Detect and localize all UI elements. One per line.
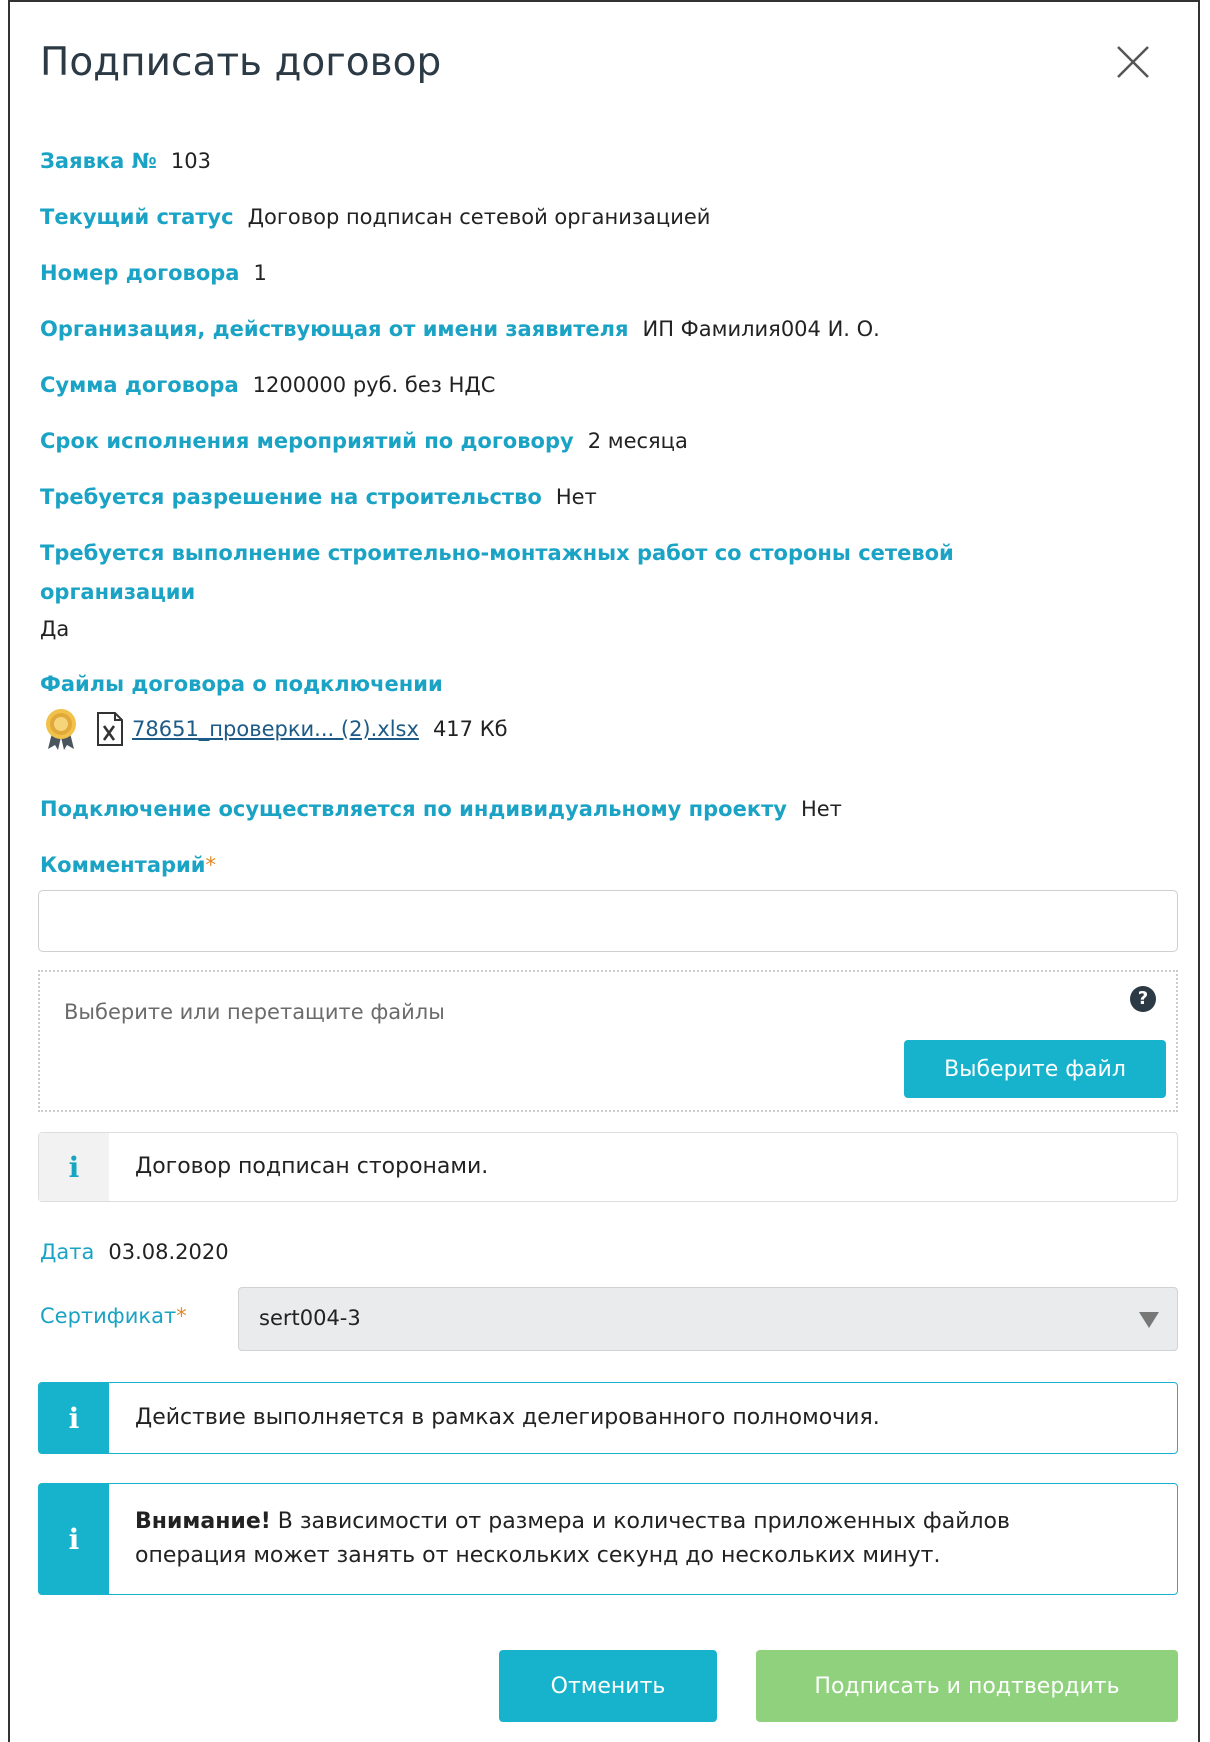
close-icon[interactable] xyxy=(1115,44,1151,80)
delegation-notice: i Действие выполняется в рамках делегиро… xyxy=(38,1382,1178,1454)
date-field: Дата 03.08.2020 xyxy=(40,1240,229,1264)
signed-notice: i Договор подписан сторонами. xyxy=(38,1132,1178,1202)
info-icon: i xyxy=(39,1383,109,1453)
date-label: Дата xyxy=(40,1240,95,1264)
comment-label: Комментарий xyxy=(40,853,206,877)
certificate-selected-value: sert004-3 xyxy=(259,1306,361,1330)
certificate-badge-icon[interactable] xyxy=(42,707,80,751)
file-link[interactable]: 78651_проверки... (2).xlsx xyxy=(132,717,419,741)
certificate-select[interactable]: sert004-3 xyxy=(238,1287,1178,1351)
contract-number-field: Номер договора 1 xyxy=(40,261,267,285)
contract-sum-value: 1200000 руб. без НДС xyxy=(252,373,496,397)
works-label-text-1: Требуется выполнение строительно-монтажн… xyxy=(40,541,954,565)
dialog-title: Подписать договор xyxy=(40,40,442,85)
organization-label: Организация, действующая от имени заявит… xyxy=(40,317,629,341)
warning-line-1-text: В зависимости от размера и количества пр… xyxy=(270,1508,1010,1534)
term-label: Срок исполнения мероприятий по договору xyxy=(40,429,574,453)
individual-project-value: Нет xyxy=(800,797,842,821)
application-number-field: Заявка № 103 xyxy=(40,149,211,173)
file-row: 78651_проверки... (2).xlsx 417 Кб xyxy=(42,707,508,751)
info-icon: i xyxy=(39,1484,109,1594)
application-number-value: 103 xyxy=(170,149,211,173)
contract-sum-field: Сумма договора 1200000 руб. без НДС xyxy=(40,373,495,397)
info-icon: i xyxy=(39,1133,109,1201)
certificate-label-row: Сертификат* xyxy=(40,1304,187,1328)
organization-value: ИП Фамилия004 И. О. xyxy=(642,317,880,341)
comment-label-row: Комментарий* xyxy=(40,853,216,877)
individual-project-label: Подключение осуществляется по индивидуал… xyxy=(40,797,787,821)
excel-file-icon xyxy=(96,711,124,747)
permit-label: Требуется разрешение на строительство xyxy=(40,485,542,509)
warning-line-2: операция может занять от нескольких секу… xyxy=(135,1543,941,1568)
works-label-line1: Требуется выполнение строительно-монтажн… xyxy=(40,541,954,565)
warning-bold: Внимание! xyxy=(135,1508,271,1534)
contract-files-label: Файлы договора о подключении xyxy=(40,672,443,696)
file-size: 417 Кб xyxy=(432,717,508,741)
organization-field: Организация, действующая от имени заявит… xyxy=(40,317,880,341)
sign-contract-dialog: Подписать договор Заявка № 103 Текущий ст… xyxy=(8,0,1200,1742)
certificate-required-mark: * xyxy=(176,1304,187,1328)
certificate-label: Сертификат xyxy=(40,1304,177,1328)
comment-input[interactable] xyxy=(38,890,1178,952)
term-field: Срок исполнения мероприятий по договору 2… xyxy=(40,429,688,453)
permit-field: Требуется разрешение на строительство Нет xyxy=(40,485,597,509)
current-status-label: Текущий статус xyxy=(40,205,234,229)
help-icon[interactable]: ? xyxy=(1130,986,1156,1012)
application-number-label: Заявка № xyxy=(40,149,157,173)
permit-value: Нет xyxy=(555,485,597,509)
warning-line-1: Внимание! В зависимости от размера и кол… xyxy=(135,1505,1177,1539)
chevron-down-icon[interactable] xyxy=(1139,1312,1159,1328)
works-label-text-2: организации xyxy=(40,580,196,604)
contract-number-label: Номер договора xyxy=(40,261,240,285)
dropzone-text: Выберите или перетащите файлы xyxy=(64,1000,445,1024)
contract-number-value: 1 xyxy=(253,261,267,285)
date-value: 03.08.2020 xyxy=(108,1240,229,1264)
contract-sum-label: Сумма договора xyxy=(40,373,239,397)
background-strip xyxy=(1200,0,1210,1742)
contract-files-field: Файлы договора о подключении xyxy=(40,672,443,696)
term-value: 2 месяца xyxy=(587,429,688,453)
comment-required-mark: * xyxy=(205,853,216,877)
works-value: Да xyxy=(40,617,70,641)
warning-notice: i Внимание! В зависимости от размера и к… xyxy=(38,1483,1178,1595)
choose-file-button[interactable]: Выберите файл xyxy=(904,1040,1166,1098)
cancel-button[interactable]: Отменить xyxy=(499,1650,717,1722)
current-status-field: Текущий статус Договор подписан сетевой о… xyxy=(40,205,710,229)
sign-and-confirm-button[interactable]: Подписать и подтвердить xyxy=(756,1650,1178,1722)
delegation-notice-text: Действие выполняется в рамках делегирова… xyxy=(135,1404,880,1430)
works-label-line2: организации xyxy=(40,580,195,604)
signed-notice-text: Договор подписан сторонами. xyxy=(135,1153,489,1179)
file-dropzone[interactable]: Выберите или перетащите файлы ? Выберите… xyxy=(38,970,1178,1112)
current-status-value: Договор подписан сетевой организацией xyxy=(247,205,711,229)
individual-project-field: Подключение осуществляется по индивидуал… xyxy=(40,797,842,821)
